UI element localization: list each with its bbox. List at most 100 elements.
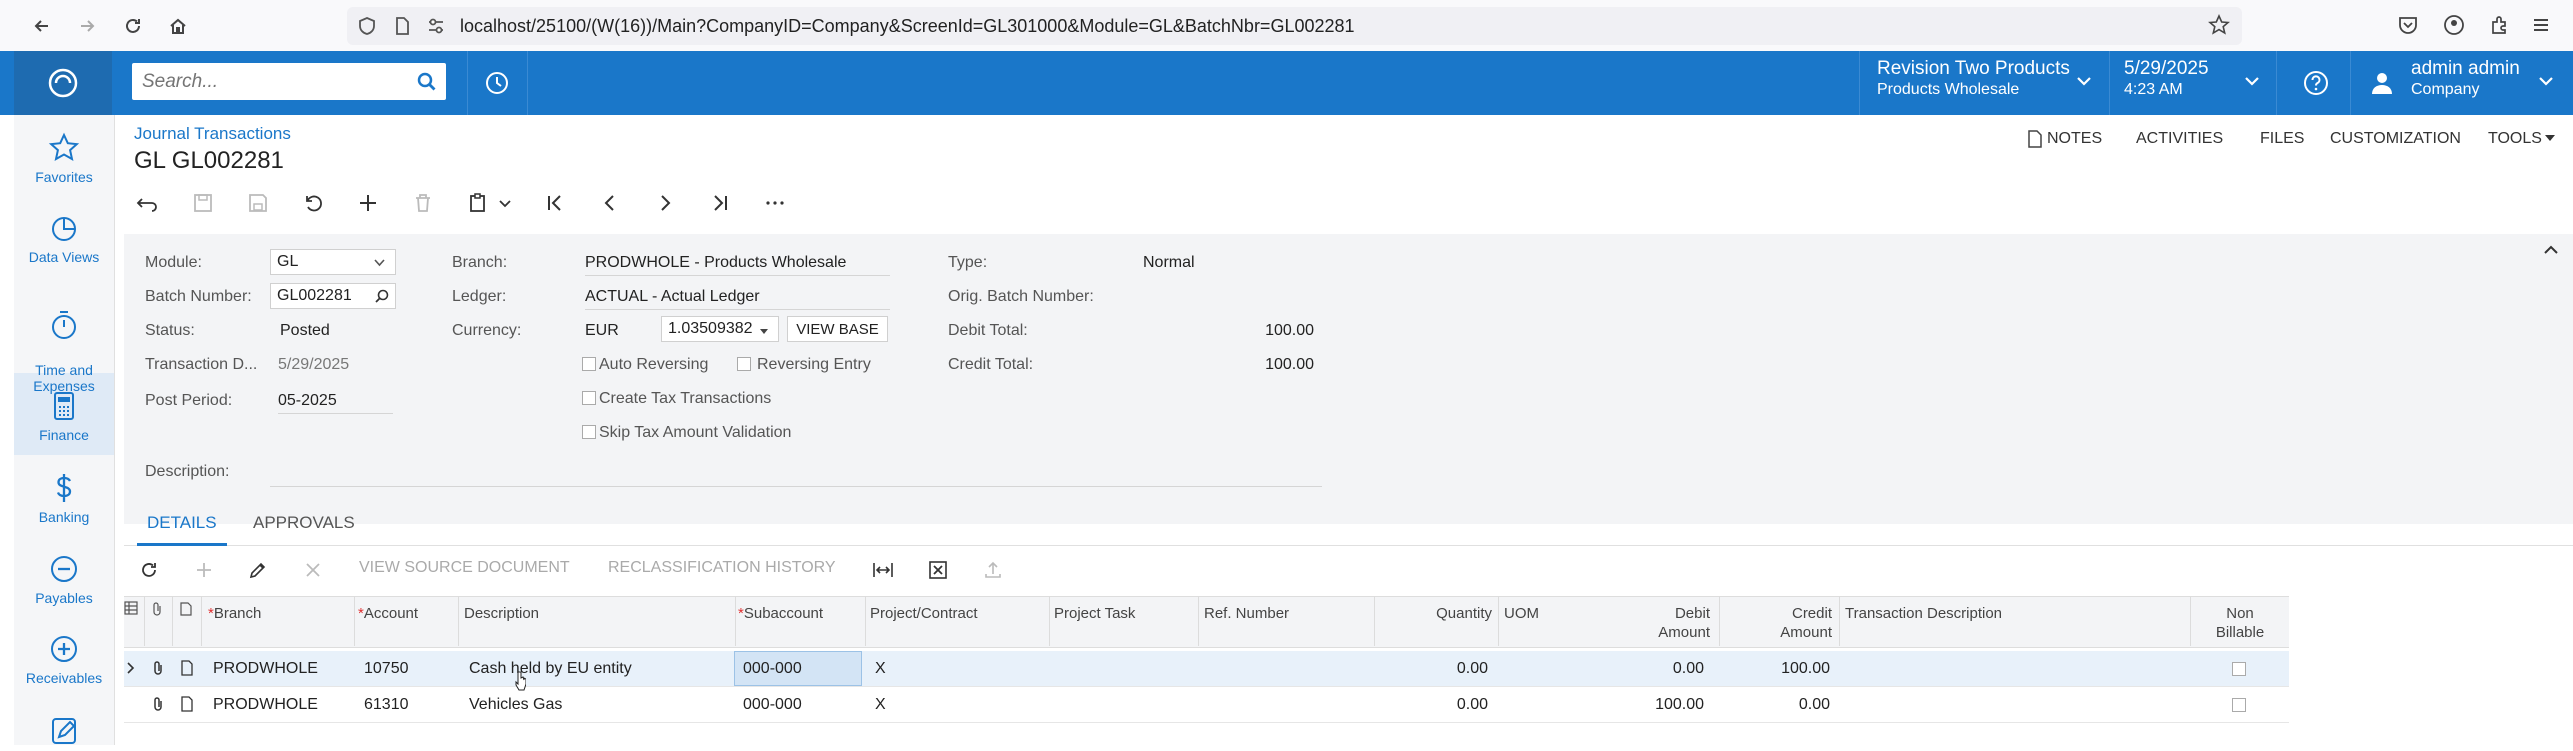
ledger-value[interactable]: ACTUAL - Actual Ledger xyxy=(585,288,890,310)
nav-item-payables[interactable]: Payables xyxy=(14,552,114,606)
non-billable-checkbox[interactable] xyxy=(2232,662,2246,676)
reload-icon[interactable] xyxy=(117,10,149,42)
delete-icon[interactable] xyxy=(408,188,438,218)
cell-subaccount[interactable]: 000-000 xyxy=(743,660,802,678)
undo-icon[interactable] xyxy=(298,188,328,218)
permissions-icon[interactable] xyxy=(426,16,446,36)
bookmark-star-icon[interactable] xyxy=(2208,14,2230,36)
description-field[interactable] xyxy=(270,463,1322,487)
save-icon[interactable] xyxy=(243,188,273,218)
currency-value[interactable]: EUR xyxy=(585,322,619,340)
column-header-branch[interactable]: *Branch xyxy=(208,604,261,623)
cell-project[interactable]: X xyxy=(875,660,886,678)
cell-description[interactable]: Vehicles Gas xyxy=(469,696,562,714)
column-header-project[interactable]: Project/Contract xyxy=(870,604,978,623)
history-icon[interactable] xyxy=(484,70,510,96)
activities-link[interactable]: ACTIVITIES xyxy=(2136,130,2223,148)
cell-description[interactable]: Cash held by EU entity xyxy=(469,660,632,678)
cell-subaccount[interactable]: 000-000 xyxy=(743,696,802,714)
back-arrow-icon[interactable] xyxy=(132,188,162,218)
first-record-icon[interactable] xyxy=(540,188,570,218)
row-expander-icon[interactable] xyxy=(127,662,135,674)
chevron-down-icon[interactable] xyxy=(499,200,511,208)
collapse-icon[interactable] xyxy=(2543,244,2559,256)
save-close-icon[interactable] xyxy=(188,188,218,218)
export-excel-icon[interactable] xyxy=(924,556,952,584)
app-logo[interactable] xyxy=(14,51,112,115)
note-icon[interactable] xyxy=(181,660,193,676)
home-icon[interactable] xyxy=(162,10,194,42)
column-header-debit-amount[interactable]: Debit Amount xyxy=(1600,604,1710,642)
previous-record-icon[interactable] xyxy=(595,188,625,218)
tab-details[interactable]: DETAILS xyxy=(147,513,217,533)
business-date[interactable]: 5/29/2025 4:23 AM xyxy=(2124,58,2209,99)
cell-quantity[interactable]: 0.00 xyxy=(1378,696,1488,714)
chevron-down-icon[interactable] xyxy=(2244,75,2260,87)
note-icon[interactable] xyxy=(181,696,193,712)
cell-credit[interactable]: 0.00 xyxy=(1720,696,1830,714)
menu-icon[interactable] xyxy=(2530,14,2552,36)
reversing-entry-checkbox[interactable] xyxy=(737,357,751,371)
tenant-selector[interactable]: Revision Two Products Products Wholesale xyxy=(1877,58,2070,99)
search-icon[interactable] xyxy=(416,71,438,93)
nav-item-more[interactable] xyxy=(14,713,114,751)
column-header-non-billable[interactable]: Non Billable xyxy=(2190,604,2290,642)
nav-item-favorites[interactable]: Favorites xyxy=(14,131,114,185)
create-tax-checkbox[interactable] xyxy=(582,391,596,405)
add-icon[interactable] xyxy=(353,188,383,218)
non-billable-checkbox[interactable] xyxy=(2232,698,2246,712)
reclassification-history-button[interactable]: RECLASSIFICATION HISTORY xyxy=(608,559,836,577)
breadcrumb[interactable]: Journal Transactions xyxy=(134,124,291,144)
cell-account[interactable]: 61310 xyxy=(364,696,409,714)
fit-columns-icon[interactable] xyxy=(869,556,897,584)
column-header-subaccount[interactable]: *Subaccount xyxy=(738,604,823,623)
pocket-icon[interactable] xyxy=(2397,14,2419,36)
column-header-project-task[interactable]: Project Task xyxy=(1054,604,1135,623)
extensions-icon[interactable] xyxy=(2489,14,2511,36)
column-header-description[interactable]: Description xyxy=(464,604,539,623)
column-header-ref-number[interactable]: Ref. Number xyxy=(1204,604,1289,623)
refresh-icon[interactable] xyxy=(135,556,163,584)
auto-reversing-checkbox[interactable] xyxy=(582,357,596,371)
cell-debit[interactable]: 0.00 xyxy=(1600,660,1704,678)
table-row[interactable] xyxy=(124,687,2289,723)
chevron-down-icon[interactable] xyxy=(374,259,385,267)
column-header-uom[interactable]: UOM xyxy=(1504,604,1539,623)
notes-icon[interactable] xyxy=(2027,129,2043,149)
attachment-icon[interactable] xyxy=(152,696,164,712)
files-link[interactable]: FILES xyxy=(2260,130,2304,148)
account-icon[interactable] xyxy=(2443,14,2465,36)
cell-branch[interactable]: PRODWHOLE xyxy=(213,660,318,678)
notes-link[interactable]: NOTES xyxy=(2047,130,2102,148)
column-chooser-icon[interactable] xyxy=(124,601,138,615)
column-header-account[interactable]: *Account xyxy=(358,604,418,623)
column-header-credit-amount[interactable]: Credit Amount xyxy=(1720,604,1832,642)
column-header-quantity[interactable]: Quantity xyxy=(1378,604,1492,623)
view-source-document-button[interactable]: VIEW SOURCE DOCUMENT xyxy=(359,559,570,577)
cell-project[interactable]: X xyxy=(875,696,886,714)
cell-account[interactable]: 10750 xyxy=(364,660,409,678)
shield-icon[interactable] xyxy=(357,16,377,36)
cell-quantity[interactable]: 0.00 xyxy=(1378,660,1488,678)
last-record-icon[interactable] xyxy=(705,188,735,218)
cell-branch[interactable]: PRODWHOLE xyxy=(213,696,318,714)
edit-icon[interactable] xyxy=(244,556,272,584)
cell-credit[interactable]: 100.00 xyxy=(1720,660,1830,678)
lookup-icon[interactable] xyxy=(374,288,390,304)
caret-down-icon[interactable] xyxy=(759,328,769,335)
caret-down-icon[interactable] xyxy=(2544,134,2556,142)
upload-icon[interactable] xyxy=(979,556,1007,584)
branch-value[interactable]: PRODWHOLE - Products Wholesale xyxy=(585,254,890,276)
forward-icon[interactable] xyxy=(71,10,103,42)
back-icon[interactable] xyxy=(26,10,58,42)
page-info-icon[interactable] xyxy=(392,16,412,36)
nav-item-receivables[interactable]: Receivables xyxy=(14,632,114,686)
add-row-icon[interactable] xyxy=(190,556,218,584)
tools-link[interactable]: TOOLS xyxy=(2488,130,2542,148)
view-base-button[interactable]: VIEW BASE xyxy=(787,316,888,342)
delete-row-icon[interactable] xyxy=(299,556,327,584)
skip-tax-checkbox[interactable] xyxy=(582,425,596,439)
tab-approvals[interactable]: APPROVALS xyxy=(253,513,355,533)
chevron-down-icon[interactable] xyxy=(2076,75,2092,87)
search-input[interactable] xyxy=(132,63,422,100)
